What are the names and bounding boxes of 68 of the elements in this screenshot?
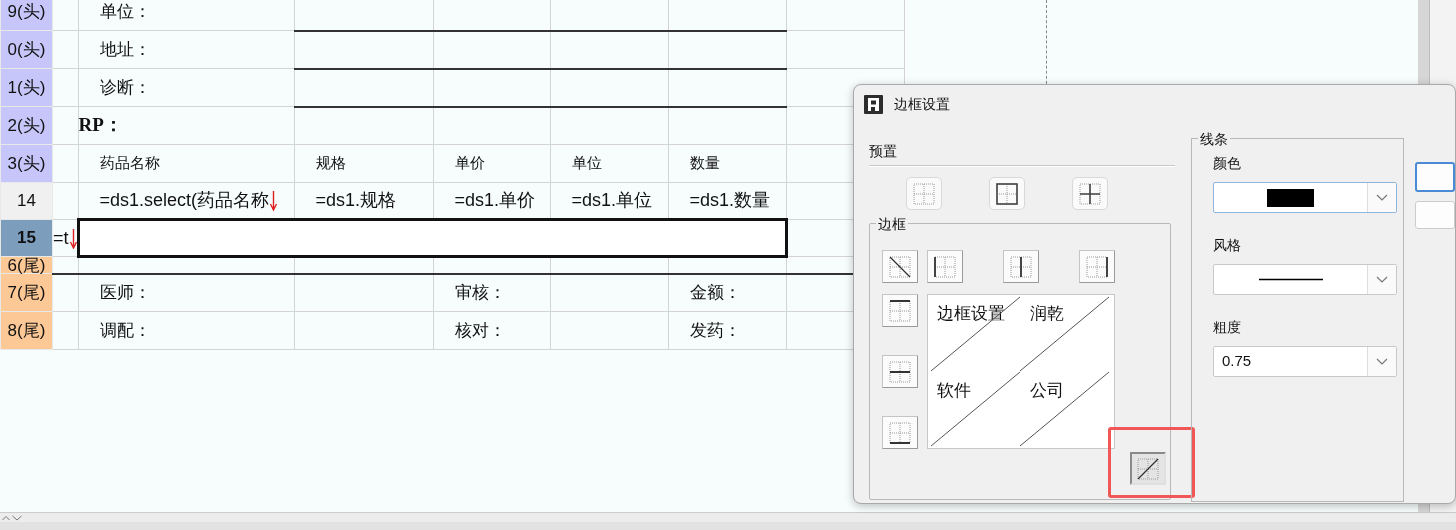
diagonal-border-icon — [888, 254, 912, 279]
chevron-down-icon — [1376, 194, 1388, 201]
formula-text: =ds1.select(药品名称 — [99, 190, 270, 210]
border-button[interactable] — [882, 294, 918, 327]
row-header[interactable]: 15 — [0, 219, 53, 257]
field-label: 医师： — [99, 283, 151, 302]
field-label: 核对： — [454, 320, 506, 340]
dotted-grid-icon — [912, 181, 936, 206]
field-label: RP： — [78, 114, 123, 136]
bottom-border-icon — [888, 420, 912, 445]
formula-text: =ds1.数量 — [689, 190, 771, 210]
preset-button[interactable] — [989, 177, 1025, 210]
app-icon — [864, 94, 883, 114]
field-label: 地址： — [99, 39, 151, 59]
field-label: 单位： — [99, 1, 151, 21]
chevron-down-icon — [1376, 358, 1388, 365]
row-header[interactable]: 3(头) — [0, 144, 53, 183]
selected-cell[interactable] — [78, 219, 786, 257]
field-label: 颜色 — [1213, 154, 1242, 173]
row-header[interactable]: 1(头) — [0, 68, 53, 107]
column-label: 药品名称 — [99, 154, 160, 172]
section-label: 预置 — [869, 142, 898, 161]
row-header[interactable]: 7(尾) — [0, 273, 53, 312]
border-button[interactable] — [882, 355, 918, 388]
column-label: 单位 — [571, 154, 602, 172]
border-button[interactable] — [882, 416, 918, 449]
field-label: 风格 — [1213, 236, 1242, 255]
preview-text: 公司 — [1030, 380, 1064, 400]
preview-text: 边框设置 — [937, 304, 1005, 323]
chevron-down-icon — [1376, 276, 1388, 283]
preset-button[interactable] — [1072, 177, 1108, 210]
left-border-icon — [933, 254, 957, 279]
formula-text: =ds1.规格 — [315, 190, 397, 210]
vertical-border-icon — [1009, 254, 1033, 279]
border-button[interactable] — [1079, 250, 1115, 283]
formula-text: =ds1.单价 — [454, 190, 536, 210]
row-header[interactable]: 8(尾) — [0, 311, 53, 350]
scrollbar[interactable] — [0, 512, 1456, 522]
field-label: 调配： — [99, 320, 151, 340]
top-border-icon — [888, 298, 912, 323]
column-label: 数量 — [689, 154, 720, 172]
border-button[interactable] — [927, 250, 963, 283]
window-title: 边框设置 — [894, 94, 950, 114]
column-label: 规格 — [315, 154, 346, 172]
formula-text: =ds1.单位 — [571, 190, 653, 210]
outer-border-icon — [995, 181, 1019, 206]
right-border-icon — [1085, 254, 1109, 279]
column-label: 单价 — [454, 154, 485, 172]
row-header[interactable]: 0(头) — [0, 30, 53, 69]
scroll-down-icon[interactable] — [12, 514, 22, 521]
preview-text: 软件 — [937, 380, 971, 400]
field-label: 发药： — [689, 320, 741, 340]
inner-border-icon — [1078, 181, 1102, 206]
color-dropdown[interactable] — [1213, 182, 1397, 213]
horizontal-border-icon — [888, 359, 912, 384]
field-label: 金额： — [689, 283, 741, 302]
dialog-button[interactable] — [1415, 162, 1455, 192]
border-button[interactable] — [1003, 250, 1039, 283]
formula-text: =t — [53, 227, 69, 248]
field-label: 粗度 — [1213, 318, 1242, 337]
diagonal-border-icon — [1136, 456, 1160, 481]
preview-text: 润乾 — [1030, 304, 1064, 323]
row-header[interactable]: 2(头) — [0, 106, 53, 145]
row-header[interactable]: 14 — [0, 182, 53, 220]
line-width-dropdown[interactable]: 0.75 — [1213, 346, 1397, 377]
field-label: 诊断： — [99, 77, 151, 97]
row-header[interactable]: 9(头) — [0, 0, 53, 31]
field-label: 审核： — [454, 283, 506, 302]
